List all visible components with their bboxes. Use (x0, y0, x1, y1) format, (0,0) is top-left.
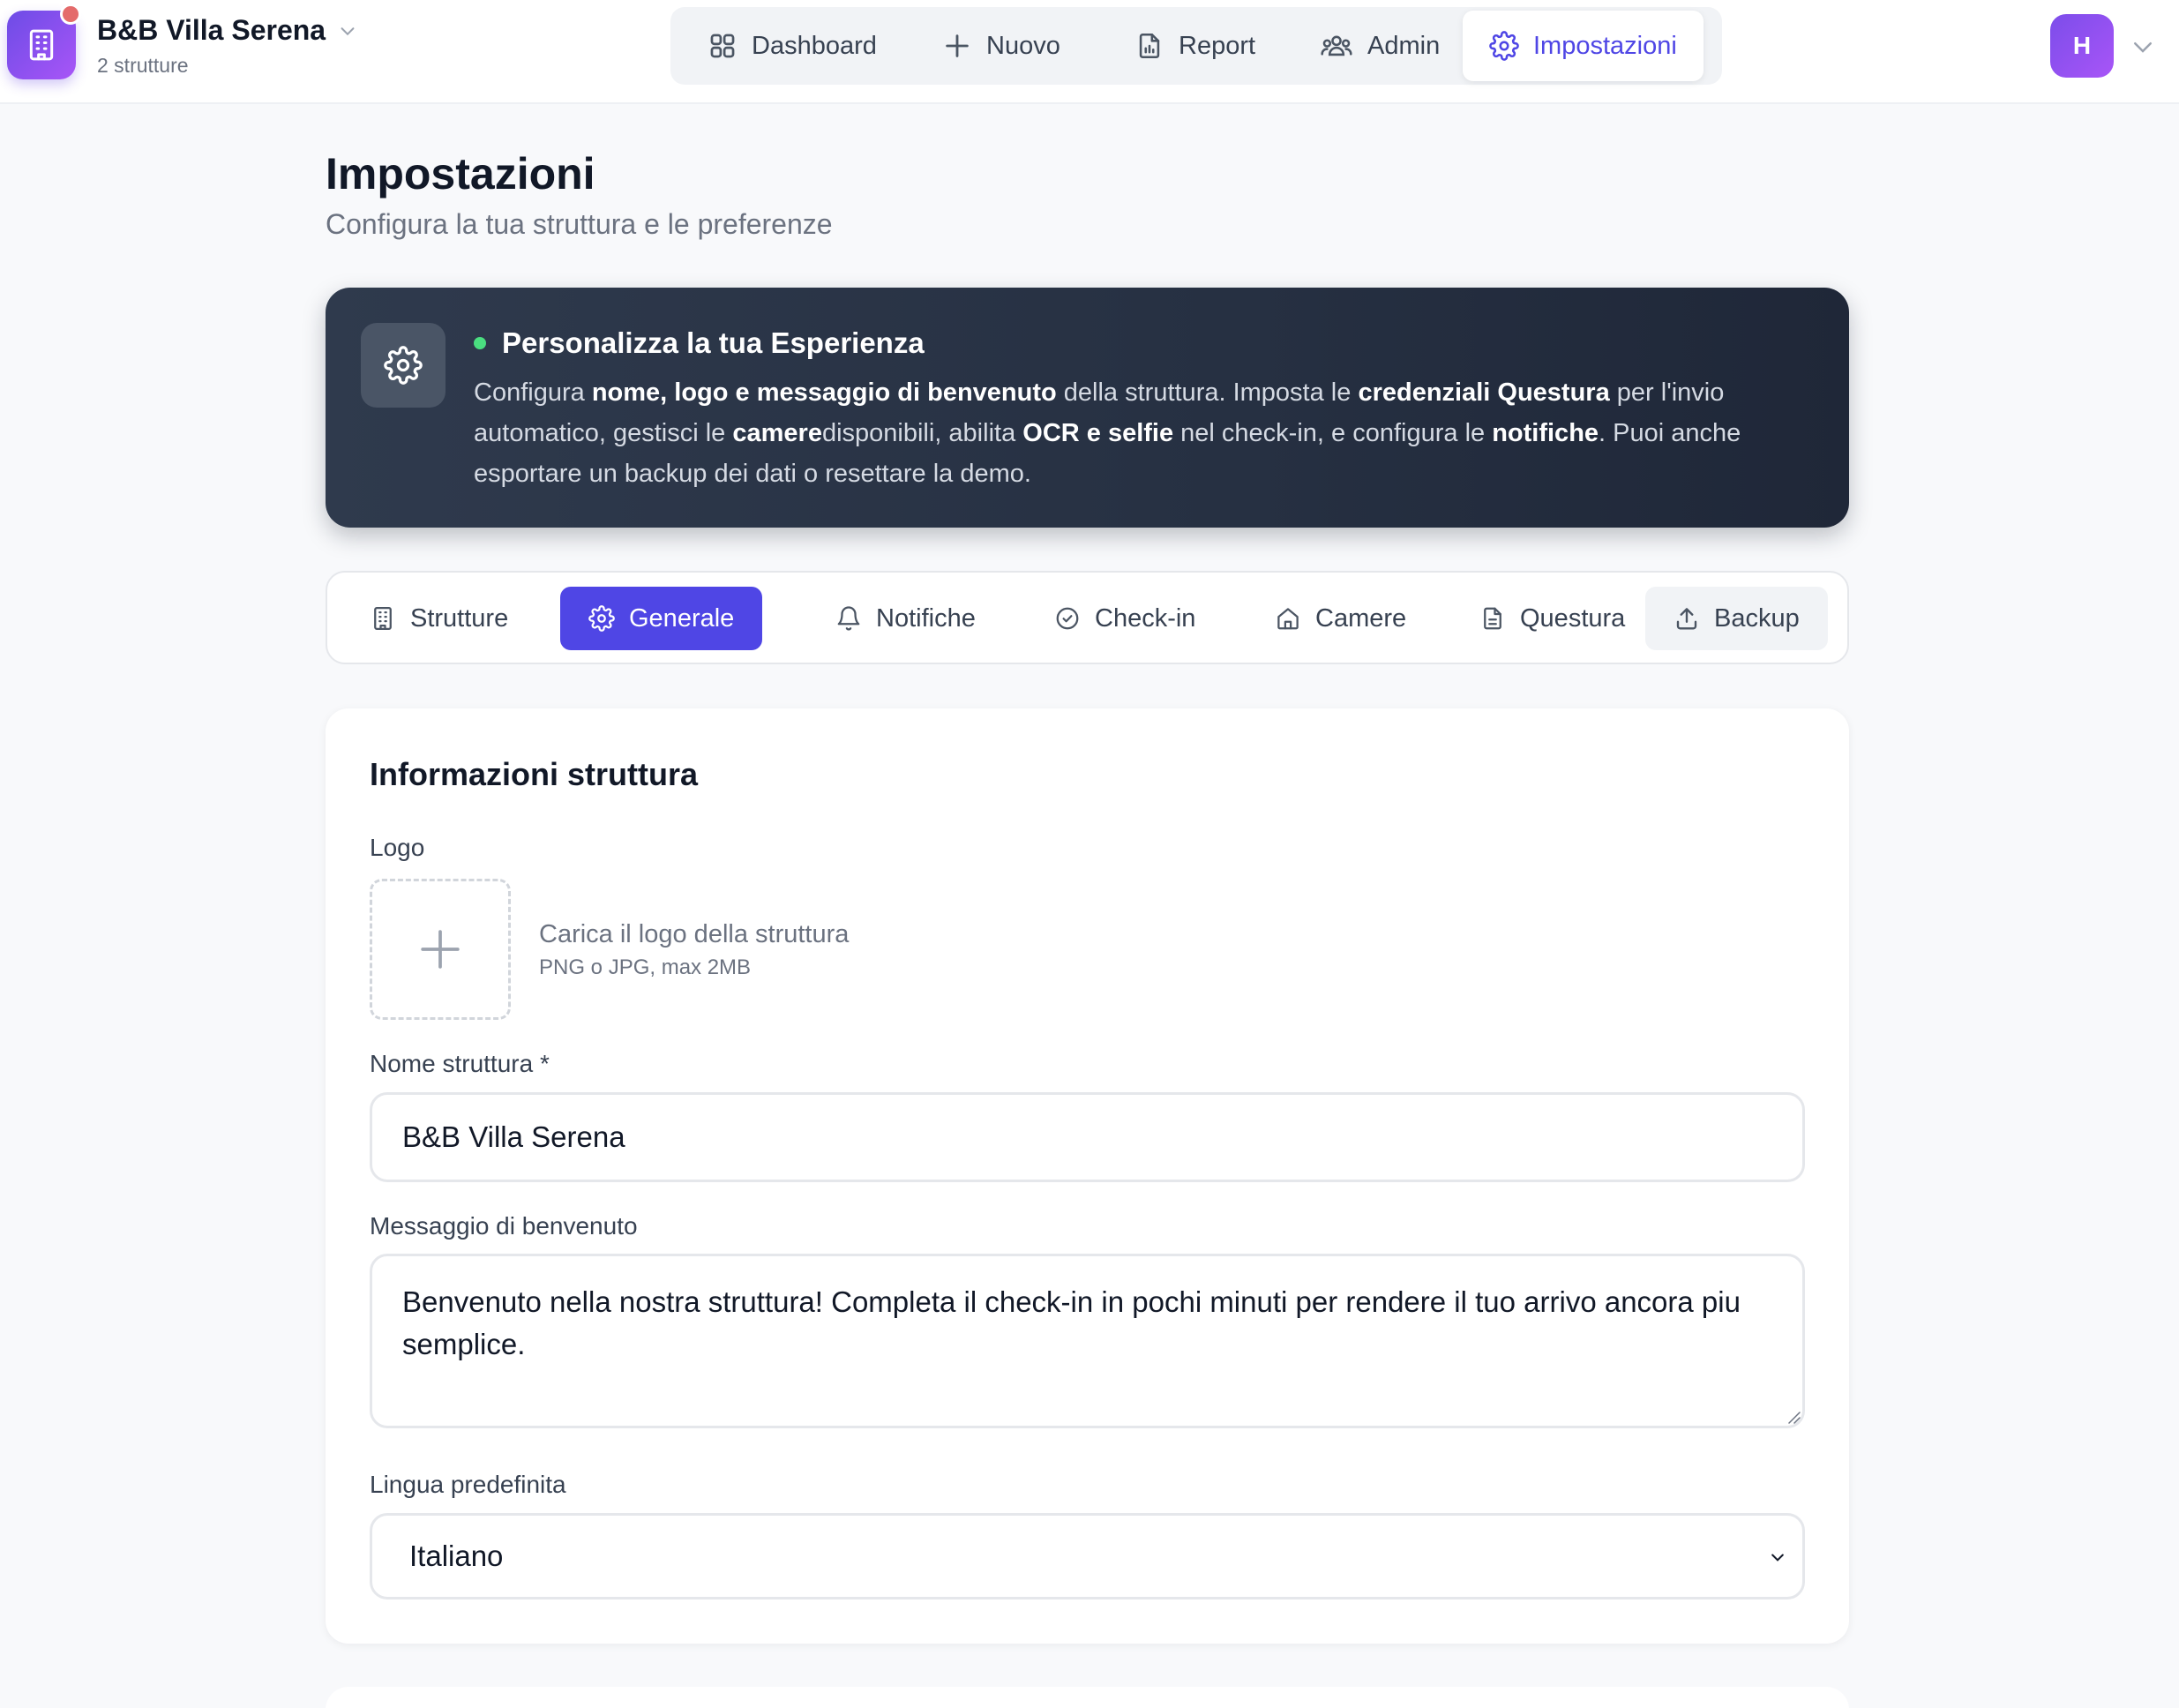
nav-label: Impostazioni (1533, 31, 1677, 60)
banner-text-part: Configura (474, 378, 592, 407)
tab-label: Camere (1315, 603, 1407, 633)
tab-generale[interactable]: Generale (560, 587, 763, 650)
nav-nuovo[interactable]: Nuovo (916, 11, 1087, 81)
resize-handle-icon[interactable] (1786, 1410, 1801, 1424)
structure-count: 2 strutture (97, 54, 189, 77)
welcome-message-field[interactable]: Benvenuto nella nostra struttura! Comple… (370, 1254, 1805, 1428)
nav-report[interactable]: Report (1108, 11, 1282, 81)
users-icon (1321, 35, 1352, 56)
nav-label: Nuovo (986, 31, 1060, 60)
grid-icon (710, 34, 735, 58)
gear-icon (1489, 31, 1519, 61)
structure-name: B&B Villa Serena (97, 14, 326, 46)
language-select[interactable]: Italiano (370, 1513, 1805, 1599)
report-icon (1139, 33, 1160, 59)
nav-dashboard[interactable]: Dashboard (681, 11, 903, 81)
tab-check-in[interactable]: Check-in (1026, 587, 1224, 650)
banner-text: Configura nome, logo e messaggio di benv… (474, 372, 1815, 494)
tab-label: Generale (629, 603, 735, 633)
notification-dot (60, 4, 81, 25)
chevron-down-icon (341, 26, 355, 35)
tab-label: Questura (1520, 603, 1626, 633)
banner-text-bold: notifiche (1492, 419, 1599, 447)
page-subtitle: Configura la tua struttura e le preferen… (326, 208, 833, 240)
info-banner: Personalizza la tua Esperienza Configura… (326, 288, 1849, 528)
tab-label: Backup (1714, 603, 1800, 633)
plus-icon (946, 34, 969, 57)
banner-text-part: nel check-in, e configura le (1173, 419, 1493, 447)
settings-tabs: Strutture Generale Notifiche Check-in Ca… (326, 571, 1849, 664)
home-icon (1277, 608, 1299, 630)
nav-impostazioni[interactable]: Impostazioni (1463, 11, 1704, 81)
document-icon (1484, 607, 1501, 630)
banner-text-bold: OCR e selfie (1022, 419, 1174, 447)
tab-camere[interactable]: Camere (1247, 587, 1434, 650)
chevron-down-icon (1771, 1554, 1784, 1562)
top-bar: B&B Villa Serena 2 strutture Dashboard N… (0, 0, 2179, 104)
tab-notifiche[interactable]: Notifiche (807, 587, 1004, 650)
name-label: Nome struttura * (370, 1050, 550, 1077)
structure-switcher[interactable]: B&B Villa Serena (97, 14, 357, 47)
gear-icon (361, 323, 446, 408)
tab-questura[interactable]: Questura (1451, 587, 1653, 650)
nav-label: Report (1179, 31, 1256, 60)
logo-hint: Carica il logo della struttura (539, 920, 850, 948)
tab-label: Notifiche (876, 603, 976, 633)
status-dot (474, 337, 486, 349)
chevron-down-icon[interactable] (2130, 34, 2156, 60)
page-title: Impostazioni (326, 149, 595, 199)
building-icon (374, 607, 392, 630)
bell-icon (837, 606, 860, 631)
nav-label: Admin (1367, 31, 1441, 60)
section-title: Informazioni struttura (370, 756, 699, 792)
banner-text-part: della struttura. Imposta le (1056, 378, 1359, 407)
banner-text-part: disponibili, abilita (821, 419, 1023, 447)
tab-label: Strutture (410, 603, 509, 633)
nav-admin[interactable]: Admin (1293, 11, 1466, 81)
banner-text-bold: credenziali Questura (1358, 378, 1610, 407)
tab-label: Check-in (1095, 603, 1196, 633)
tab-backup[interactable]: Backup (1645, 587, 1828, 650)
language-label: Lingua predefinita (370, 1471, 566, 1498)
avatar[interactable]: H (2050, 14, 2114, 78)
banner-text-bold: nome, logo e messaggio di benvenuto (591, 378, 1057, 407)
gear-icon (588, 605, 615, 632)
banner-title: Personalizza la tua Esperienza (502, 326, 925, 359)
logo-format-hint: PNG o JPG, max 2MB (539, 955, 752, 979)
structure-info-card: Informazioni struttura Logo Carica il lo… (326, 708, 1849, 1644)
structure-name-field[interactable]: B&B Villa Serena (370, 1092, 1805, 1182)
logo-upload-button[interactable] (370, 879, 511, 1020)
plus-icon (421, 930, 460, 969)
check-circle-icon (1056, 607, 1079, 630)
banner-text-bold: camere (732, 419, 822, 447)
nav-label: Dashboard (752, 31, 877, 60)
logo-label: Logo (370, 834, 425, 861)
next-section-card (326, 1687, 1849, 1708)
main-nav: Dashboard Nuovo Report Admin Impostazion… (670, 7, 1722, 85)
upload-icon (1676, 608, 1697, 630)
tab-strutture[interactable]: Strutture (341, 587, 536, 650)
welcome-label: Messaggio di benvenuto (370, 1212, 638, 1240)
